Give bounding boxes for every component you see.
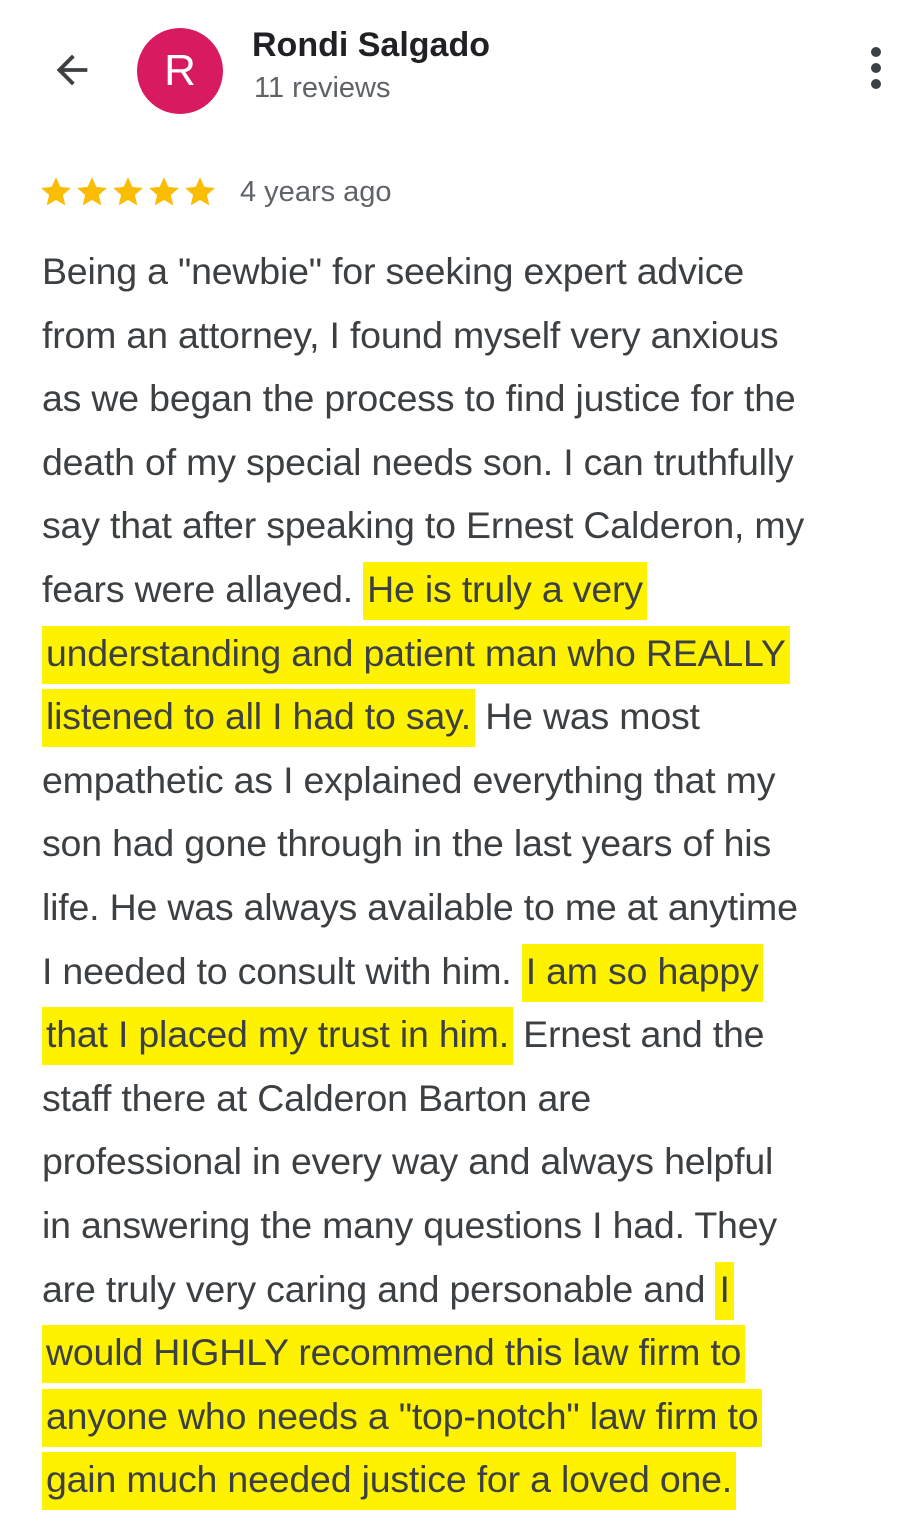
review-text-segment: life. He was always available to me at a… [42,885,798,928]
review-text-line: that I placed my trust in him. Ernest an… [42,1003,914,1067]
review-text-segment: staff there at Calderon Barton are [42,1076,592,1119]
arrow-left-icon [56,54,88,86]
more-options-button[interactable] [850,40,902,96]
review-text-line: in answering the many questions I had. T… [42,1194,914,1258]
star-icon [113,177,143,206]
review-text-segment: from an attorney, I found myself very an… [42,313,779,356]
reviewer-review-count: 11 reviews [254,72,391,104]
review-text-line: say that after speaking to Ernest Calder… [42,494,914,558]
avatar-letter: R [164,46,196,95]
review-text-line: listened to all I had to say. He was mos… [42,685,914,749]
star-icon [41,177,71,206]
review-text-segment: professional in every way and always hel… [42,1140,774,1183]
review-text-line: professional in every way and always hel… [42,1130,914,1194]
review-text: Being a "newbie" for seeking expert advi… [42,240,914,1512]
review-text-line: life. He was always available to me at a… [42,876,914,940]
review-text-line: understanding and patient man who REALLY [42,622,914,686]
highlighted-text: I am so happy [521,943,763,1002]
review-text-segment: in answering the many questions I had. T… [42,1203,777,1246]
review-text-line: staff there at Calderon Barton are [42,1067,914,1131]
review-text-line: death of my special needs son. I can tru… [42,431,914,495]
review-text-segment: are truly very caring and personable and [42,1267,716,1310]
review-text-line: as we began the process to find justice … [42,367,914,431]
review-text-segment: death of my special needs son. I can tru… [42,440,794,483]
reviewer-name[interactable]: Rondi Salgado [252,26,490,65]
review-header: R Rondi Salgado 11 reviews [0,0,916,130]
star-icon [185,177,215,206]
review-text-segment: as we began the process to find justice … [42,377,796,420]
review-text-line: son had gone through in the last years o… [42,812,914,876]
highlighted-text: He is truly a very [363,561,647,620]
review-text-segment: Ernest and the [512,1013,765,1056]
highlighted-text: anyone who needs a "top-notch" law firm … [42,1388,763,1447]
review-text-line: would HIGHLY recommend this law firm to [42,1321,914,1385]
highlighted-text: would HIGHLY recommend this law firm to [42,1325,746,1384]
rating-row: 4 years ago [38,170,392,214]
review-text-line: gain much needed justice for a loved one… [42,1448,914,1512]
review-text-line: are truly very caring and personable and… [42,1258,914,1322]
star-rating [38,174,218,210]
review-text-line: anyone who needs a "top-notch" law firm … [42,1385,914,1449]
review-text-segment: say that after speaking to Ernest Calder… [42,504,805,547]
review-text-segment: son had gone through in the last years o… [42,822,771,865]
highlighted-text: gain much needed justice for a loved one… [42,1452,737,1511]
highlighted-text: understanding and patient man who REALLY [42,625,790,684]
highlighted-text: listened to all I had to say. [42,689,476,748]
avatar[interactable]: R [137,28,223,114]
more-vertical-icon [871,47,881,89]
review-text-line: from an attorney, I found myself very an… [42,304,914,368]
star-icon [77,177,107,206]
review-text-line: I needed to consult with him. I am so ha… [42,940,914,1004]
highlighted-text: that I placed my trust in him. [42,1007,513,1066]
review-text-line: Being a "newbie" for seeking expert advi… [42,240,914,304]
review-text-segment: Being a "newbie" for seeking expert advi… [42,250,744,292]
back-button[interactable] [44,42,100,98]
highlighted-text: I [715,1261,734,1320]
review-text-segment: I needed to consult with him. [42,949,522,992]
review-text-line: empathetic as I explained everything tha… [42,749,914,813]
review-text-line: fears were allayed. He is truly a very [42,558,914,622]
review-text-segment: fears were allayed. [42,567,364,610]
review-time: 4 years ago [240,175,392,208]
review-text-segment: empathetic as I explained everything tha… [42,758,776,801]
star-icon [149,177,179,206]
review-text-segment: He was most [475,695,700,738]
